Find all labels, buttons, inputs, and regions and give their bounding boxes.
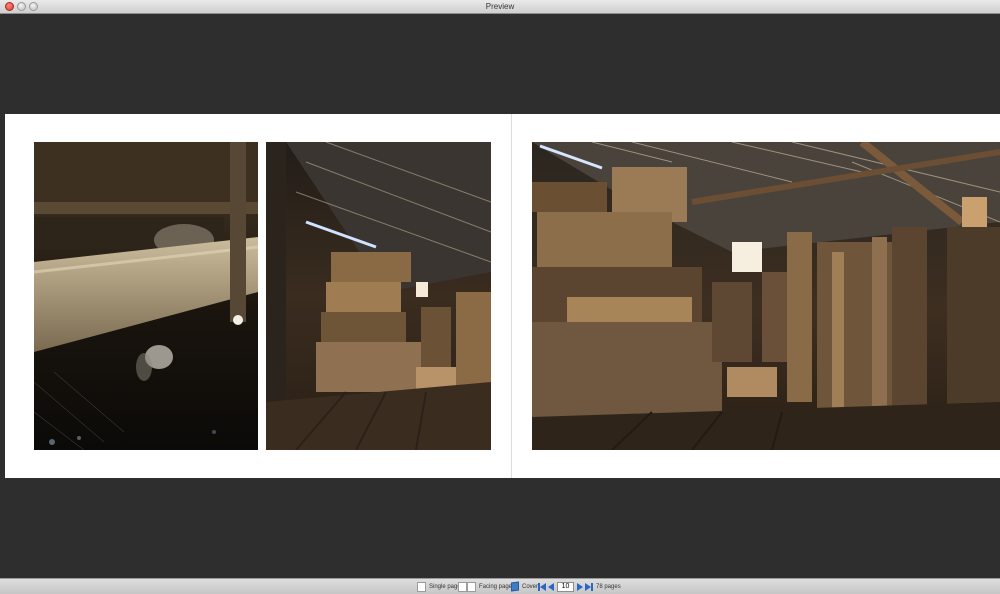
spread-gutter bbox=[511, 114, 512, 478]
facing-pages-label: Facing pages bbox=[479, 583, 516, 590]
photo-shed-crates-right[interactable] bbox=[532, 142, 1000, 450]
facing-pages-toggle[interactable]: Facing pages bbox=[458, 581, 515, 592]
bottom-toolbar: Single page Facing pages Cover 78 pages bbox=[0, 578, 1000, 594]
photo-logs-spiderweb[interactable] bbox=[34, 142, 258, 450]
next-page-icon[interactable] bbox=[577, 582, 583, 591]
previous-page-icon[interactable] bbox=[548, 582, 554, 591]
cover-toggle[interactable]: Cover bbox=[511, 581, 538, 592]
window-title: Preview bbox=[485, 2, 515, 11]
page-navigation: 78 pages bbox=[538, 581, 621, 592]
single-page-icon bbox=[417, 581, 426, 592]
book-spread bbox=[5, 114, 1000, 478]
single-page-label: Single page bbox=[429, 583, 461, 590]
pages-count-label: 78 pages bbox=[596, 583, 621, 590]
photo-shed-crates-left[interactable] bbox=[266, 142, 491, 450]
last-page-icon[interactable] bbox=[585, 582, 593, 591]
single-page-toggle[interactable]: Single page bbox=[417, 581, 461, 592]
preview-canvas bbox=[0, 14, 1000, 578]
page-number-field[interactable] bbox=[557, 581, 574, 592]
facing-pages-icon bbox=[458, 581, 476, 592]
cover-icon bbox=[511, 581, 519, 592]
cover-label: Cover bbox=[522, 583, 539, 590]
first-page-icon[interactable] bbox=[538, 582, 546, 591]
title-bar: Preview bbox=[0, 0, 1000, 14]
